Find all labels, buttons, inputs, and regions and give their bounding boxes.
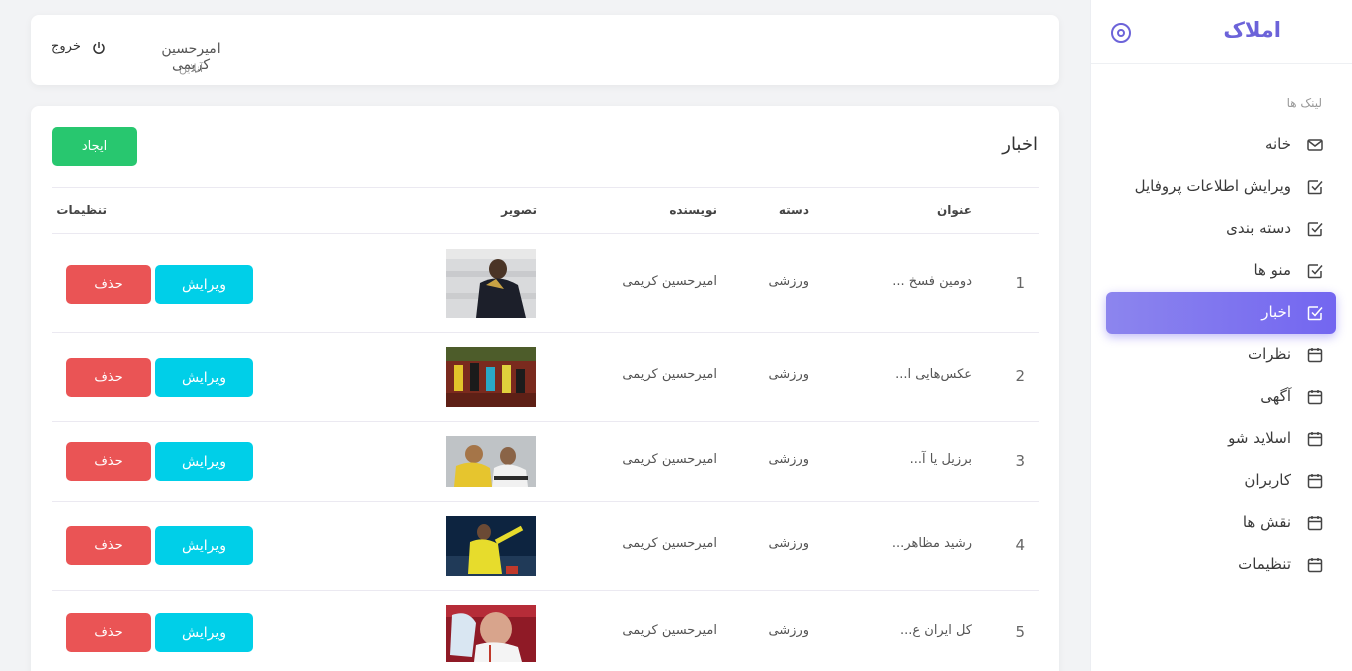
sidebar-item-categories[interactable]: دسته بندی [1091, 208, 1352, 250]
calendar-icon [1307, 347, 1323, 363]
sidebar: املاک لینک ها خانه ویرایش اطلاعات پروفای… [1090, 0, 1352, 671]
news-table: عنوان دسته نویسنده تصویر تنظیمات 1 دومین… [52, 187, 1039, 671]
row-author: امیرحسین کریمی [622, 536, 717, 551]
sidebar-item-slideshow[interactable]: اسلاید شو [1091, 418, 1352, 460]
check-square-icon [1307, 263, 1323, 279]
sidebar-item-profile[interactable]: ویرایش اطلاعات پروفایل [1091, 166, 1352, 208]
table-row: 3 برزیل یا آ... ورزشی امیرحسین کریمی ویر… [52, 422, 1039, 502]
row-category: ورزشی [768, 274, 809, 289]
target-icon[interactable] [1111, 23, 1131, 43]
sidebar-item-label: تنظیمات [1238, 555, 1291, 573]
sidebar-item-news[interactable]: اخبار [1091, 292, 1352, 334]
news-card: اخبار ایجاد عنوان دسته نویسنده تصویر تنظ… [31, 106, 1059, 671]
news-thumbnail [446, 436, 536, 487]
sidebar-item-users[interactable]: کاربران [1091, 460, 1352, 502]
edit-button[interactable]: ویرایش [155, 613, 253, 652]
logout-label: خروج [51, 39, 81, 54]
active-highlight [1106, 292, 1336, 334]
column-header-settings: تنظیمات [56, 203, 107, 217]
sidebar-item-label: اخبار [1261, 303, 1291, 321]
sidebar-item-label: کاربران [1244, 471, 1291, 489]
sidebar-item-label: اسلاید شو [1228, 429, 1291, 447]
row-number: 5 [1015, 623, 1025, 641]
row-title: دومین فسخ ... [892, 274, 972, 289]
row-category: ورزشی [768, 452, 809, 467]
sidebar-item-menus[interactable]: منو ها [1091, 250, 1352, 292]
delete-button[interactable]: حذف [66, 265, 151, 304]
delete-button[interactable]: حذف [66, 613, 151, 652]
news-thumbnail [446, 347, 536, 407]
column-header-category: دسته [778, 203, 809, 217]
edit-button[interactable]: ویرایش [155, 358, 253, 397]
row-number: 1 [1015, 274, 1025, 292]
sidebar-item-label: آگهی [1260, 387, 1291, 405]
mail-icon [1307, 137, 1323, 153]
delete-button[interactable]: حذف [66, 358, 151, 397]
sidebar-menu: خانه ویرایش اطلاعات پروفایل دسته بندی من… [1091, 124, 1352, 586]
sidebar-item-comments[interactable]: نظرات [1091, 334, 1352, 376]
row-number: 2 [1015, 367, 1025, 385]
sidebar-item-label: نقش ها [1242, 513, 1291, 531]
table-row: 5 کل ایران ع... ورزشی امیرحسین کریمی ویر… [52, 591, 1039, 671]
table-row: 2 عکس‌هایی ا... ورزشی امیرحسین کریمی ویر… [52, 333, 1039, 422]
news-thumbnail [446, 605, 536, 662]
row-author: امیرحسین کریمی [622, 367, 717, 382]
sidebar-item-settings[interactable]: تنظیمات [1091, 544, 1352, 586]
sidebar-item-label: نظرات [1247, 345, 1291, 363]
column-header-author: نویسنده [669, 203, 717, 217]
calendar-icon [1307, 515, 1323, 531]
table-row: 4 رشید مظاهر... ورزشی امیرحسین کریمی ویر… [52, 502, 1039, 591]
sidebar-item-home[interactable]: خانه [1091, 124, 1352, 166]
topbar: خروج امیرحسین کریمی آنلاین [31, 15, 1059, 85]
delete-button[interactable]: حذف [66, 526, 151, 565]
page-title: اخبار [1002, 134, 1038, 155]
calendar-icon [1307, 431, 1323, 447]
sidebar-item-label: منو ها [1253, 261, 1291, 279]
check-square-icon [1307, 221, 1323, 237]
row-category: ورزشی [768, 536, 809, 551]
create-button[interactable]: ایجاد [52, 127, 137, 166]
row-number: 3 [1015, 452, 1025, 470]
sidebar-item-label: دسته بندی [1226, 219, 1291, 237]
power-icon [92, 40, 106, 54]
row-number: 4 [1015, 536, 1025, 554]
check-square-icon [1307, 179, 1323, 195]
column-header-image: تصویر [501, 203, 537, 217]
edit-button[interactable]: ویرایش [155, 526, 253, 565]
row-author: امیرحسین کریمی [622, 452, 717, 467]
calendar-icon [1307, 473, 1323, 489]
edit-button[interactable]: ویرایش [155, 265, 253, 304]
user-status: آنلاین [178, 62, 204, 75]
row-category: ورزشی [768, 367, 809, 382]
check-square-icon [1307, 305, 1323, 321]
row-author: امیرحسین کریمی [622, 274, 717, 289]
news-thumbnail [446, 516, 536, 576]
row-author: امیرحسین کریمی [622, 623, 717, 638]
sidebar-item-label: خانه [1264, 135, 1291, 153]
row-category: ورزشی [768, 623, 809, 638]
row-title: عکس‌هایی ا... [895, 367, 972, 382]
brand-title[interactable]: املاک [1223, 18, 1281, 42]
table-row: 1 دومین فسخ ... ورزشی امیرحسین کریمی ویر… [52, 234, 1039, 333]
column-header-title: عنوان [937, 203, 972, 217]
sidebar-item-ads[interactable]: آگهی [1091, 376, 1352, 418]
delete-button[interactable]: حذف [66, 442, 151, 481]
sidebar-section-label: لینک ها [1286, 96, 1322, 110]
edit-button[interactable]: ویرایش [155, 442, 253, 481]
calendar-icon [1307, 557, 1323, 573]
row-title: کل ایران ع... [899, 623, 972, 638]
brand-header: املاک [1091, 0, 1352, 64]
news-thumbnail [446, 249, 536, 318]
calendar-icon [1307, 389, 1323, 405]
sidebar-item-roles[interactable]: نقش ها [1091, 502, 1352, 544]
row-title: برزیل یا آ... [909, 452, 972, 467]
row-title: رشید مظاهر... [891, 536, 972, 551]
sidebar-item-label: ویرایش اطلاعات پروفایل [1134, 177, 1291, 195]
table-header: عنوان دسته نویسنده تصویر تنظیمات [52, 187, 1039, 234]
